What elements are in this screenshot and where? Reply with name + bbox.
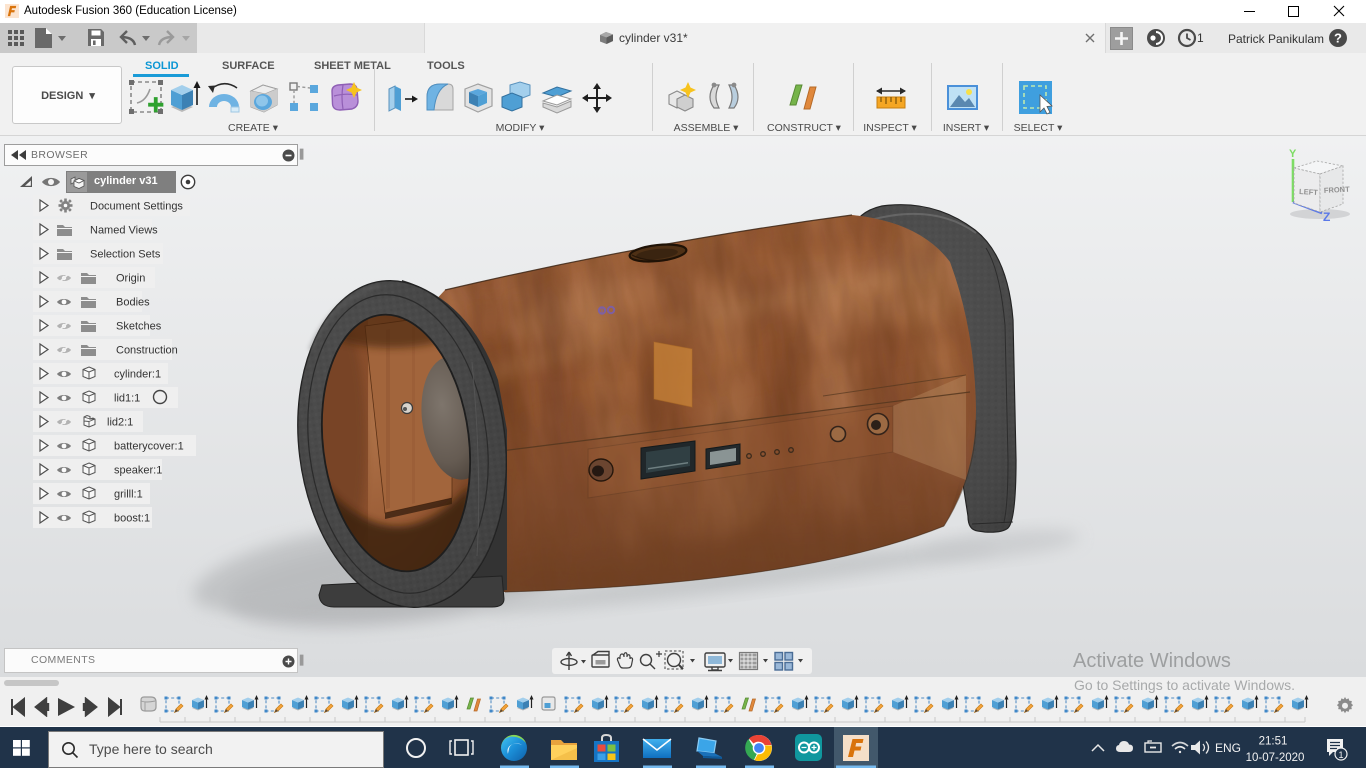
svg-text:Z: Z <box>1323 210 1330 224</box>
svg-text:Construction: Construction <box>116 345 178 357</box>
svg-text:ENG: ENG <box>1215 741 1241 755</box>
svg-text:?: ? <box>1334 31 1342 46</box>
svg-text:Bodies: Bodies <box>116 297 150 309</box>
svg-text:Named Views: Named Views <box>90 225 158 237</box>
svg-text:1: 1 <box>1338 750 1343 760</box>
svg-text:batterycover:1: batterycover:1 <box>114 441 184 453</box>
svg-text:LEFT: LEFT <box>1299 187 1319 197</box>
svg-text:lid2:1: lid2:1 <box>107 417 133 429</box>
svg-text:speaker:1: speaker:1 <box>114 465 162 477</box>
svg-text:cylinder:1: cylinder:1 <box>114 369 161 381</box>
svg-text:Origin: Origin <box>116 273 145 285</box>
svg-text:Y: Y <box>1289 148 1297 160</box>
svg-text:lid1:1: lid1:1 <box>114 393 140 405</box>
svg-text:10-07-2020: 10-07-2020 <box>1246 752 1305 764</box>
svg-text:Sketches: Sketches <box>116 321 162 333</box>
svg-text:grilll:1: grilll:1 <box>114 489 143 501</box>
svg-text:Document Settings: Document Settings <box>90 201 183 213</box>
svg-text:boost:1: boost:1 <box>114 513 150 525</box>
svg-text:FRONT: FRONT <box>1324 185 1351 195</box>
svg-text:Selection Sets: Selection Sets <box>90 249 161 261</box>
svg-text:21:51: 21:51 <box>1259 736 1288 748</box>
